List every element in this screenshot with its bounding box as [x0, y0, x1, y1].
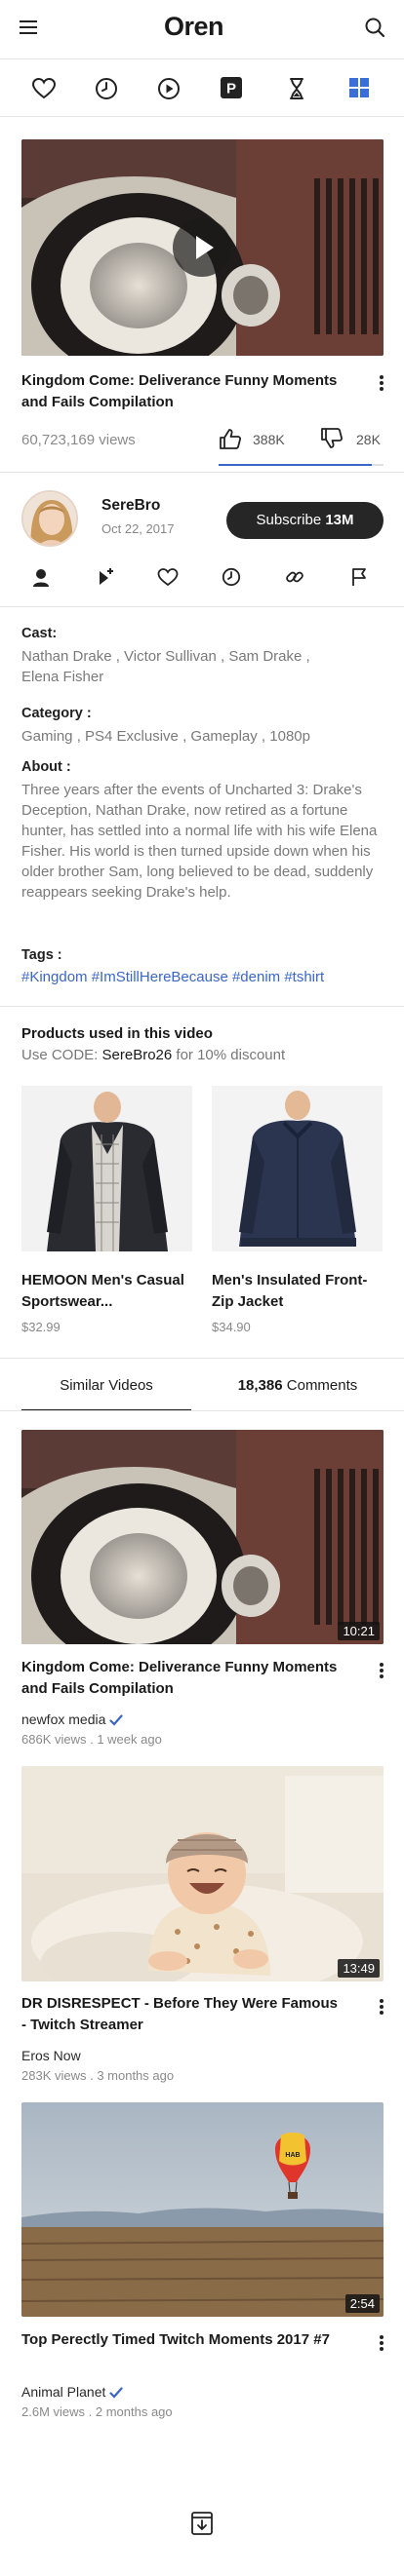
tag[interactable]: #tshirt — [284, 969, 324, 985]
tag-list: #Kingdom #ImStillHereBecause #denim #tsh… — [21, 969, 324, 985]
like-ratio-bar — [219, 464, 384, 466]
download-icon[interactable] — [190, 2511, 214, 2536]
app-header: Oren — [0, 0, 404, 57]
divider — [0, 1358, 404, 1359]
channel-name[interactable]: newfox media — [21, 1711, 123, 1727]
video-title[interactable]: Top Perectly Timed Twitch Moments 2017 #… — [21, 2329, 343, 2351]
more-options-icon[interactable] — [377, 1997, 386, 2019]
video-thumbnail[interactable]: 10:21 — [21, 1430, 384, 1644]
cast-label: Cast: — [21, 626, 58, 641]
divider — [0, 1006, 404, 1007]
product-price: $32.99 — [21, 1320, 61, 1334]
video-title: Kingdom Come: Deliverance Funny Moments … — [21, 372, 338, 410]
dislike-count: 28K — [356, 432, 381, 447]
user-icon[interactable] — [32, 568, 50, 588]
video-meta: 283K views . 3 months ago — [21, 2068, 175, 2083]
tag[interactable]: #denim — [232, 969, 280, 985]
product-name[interactable]: HEMOON Men's Casual Sportswear... — [21, 1270, 197, 1313]
thumbs-down-icon[interactable] — [320, 428, 343, 449]
category-bar: P — [0, 58, 404, 117]
category-list: Gaming , PS4 Exclusive , Gameplay , 1080… — [21, 728, 310, 745]
divider — [0, 472, 404, 473]
video-title[interactable]: Kingdom Come: Deliverance Funny Moments … — [21, 1657, 343, 1700]
app-logo[interactable]: Oren — [164, 12, 224, 42]
tab-comments[interactable]: 18,386 Comments — [212, 1362, 384, 1410]
divider — [0, 1410, 404, 1411]
svg-text:P: P — [226, 81, 236, 97]
about-label: About : — [21, 759, 71, 775]
tags-label: Tags : — [21, 947, 62, 963]
play-button[interactable] — [173, 218, 231, 277]
clock-icon[interactable] — [94, 76, 119, 101]
video-meta: 686K views . 1 week ago — [21, 1732, 162, 1747]
hourglass-icon[interactable] — [284, 76, 309, 101]
more-options-icon[interactable] — [377, 373, 386, 395]
category-label: Category : — [21, 706, 92, 721]
link-icon[interactable] — [285, 567, 304, 587]
menu-icon[interactable] — [20, 19, 37, 35]
svg-text:HAB: HAB — [285, 2152, 300, 2159]
video-title[interactable]: DR DISRESPECT - Before They Were Famous … — [21, 1993, 343, 2036]
products-heading: Products used in this video — [21, 1025, 213, 1042]
add-playlist-icon[interactable] — [96, 567, 115, 587]
product-image[interactable] — [212, 1086, 383, 1251]
tag[interactable]: #ImStillHereBecause — [92, 969, 228, 985]
verified-icon — [109, 2387, 123, 2399]
video-duration: 10:21 — [338, 1622, 380, 1640]
avatar[interactable] — [21, 490, 78, 547]
verified-icon — [109, 1714, 123, 1726]
favorite-icon[interactable] — [157, 567, 179, 587]
more-options-icon[interactable] — [377, 1661, 386, 1682]
video-thumbnail[interactable]: HAB 2:54 — [21, 2102, 384, 2317]
cast-list: Nathan Drake , Victor Sullivan , Sam Dra… — [21, 648, 310, 685]
view-count: 60,723,169 views — [21, 432, 136, 448]
video-duration: 13:49 — [338, 1959, 380, 1978]
product-name[interactable]: Men's Insulated Front-Zip Jacket — [212, 1270, 387, 1313]
heart-icon[interactable] — [31, 76, 57, 101]
tag[interactable]: #Kingdom — [21, 969, 88, 985]
about-text: Three years after the events of Uncharte… — [21, 782, 378, 901]
more-options-icon[interactable] — [377, 2333, 386, 2355]
channel-name[interactable]: Animal Planet — [21, 2384, 123, 2400]
p-square-icon[interactable]: P — [220, 76, 245, 101]
watch-later-icon[interactable] — [222, 567, 241, 587]
thumbs-up-icon[interactable] — [219, 428, 242, 449]
tab-similar-videos[interactable]: Similar Videos — [21, 1362, 191, 1410]
flag-icon[interactable] — [350, 567, 368, 587]
product-price: $34.90 — [212, 1320, 251, 1334]
like-ratio-fill — [219, 464, 373, 466]
video-meta: 2.6M views . 2 months ago — [21, 2404, 173, 2419]
channel-name[interactable]: Eros Now — [21, 2048, 81, 2063]
like-count: 388K — [253, 432, 285, 447]
divider — [0, 606, 404, 607]
search-icon[interactable] — [364, 17, 385, 38]
channel-name[interactable]: SereBro — [101, 497, 160, 515]
video-player[interactable] — [21, 139, 384, 356]
discount-code-text: Use CODE: SereBro26 for 10% discount — [21, 1047, 286, 1063]
subscribe-button[interactable]: Subscribe 13M — [226, 502, 384, 539]
publish-date: Oct 22, 2017 — [101, 521, 175, 536]
grid-icon[interactable] — [347, 76, 373, 101]
play-circle-icon[interactable] — [156, 76, 182, 101]
product-image[interactable] — [21, 1086, 192, 1251]
video-thumbnail[interactable]: 13:49 — [21, 1766, 384, 1981]
discount-code[interactable]: SereBro26 — [102, 1047, 173, 1063]
video-duration: 2:54 — [344, 2294, 380, 2313]
